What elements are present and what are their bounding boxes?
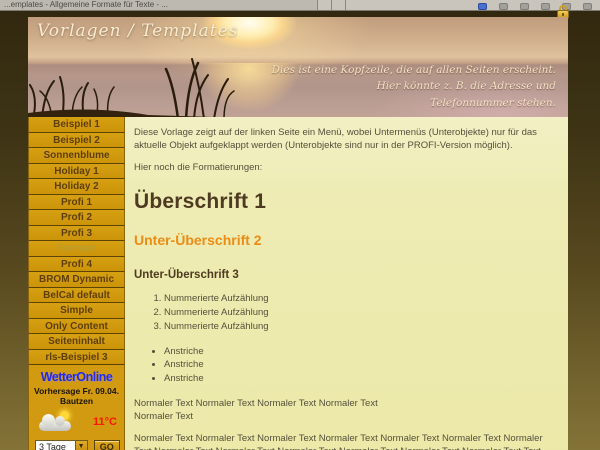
weather-widget: WetterOnline Vorhersage Fr. 09.04. Bautz… [28, 365, 125, 450]
browser-icon[interactable] [478, 3, 487, 10]
numbered-list-item: Nummerierte Aufzählung [164, 321, 554, 334]
beach-grass-silhouette [28, 57, 278, 117]
main-row: Beispiel 1 Beispiel 2 Sonnenblume Holida… [28, 117, 568, 450]
bullet-list: Anstriche Anstriche Anstriche [164, 346, 554, 386]
browser-tab-bar: ...emplates - Allgemeine Formate für Tex… [0, 0, 600, 11]
numbered-list-item: Nummerierte Aufzählung [164, 307, 554, 320]
browser-tab[interactable]: ...emplates - Allgemeine Formate für Tex… [0, 0, 318, 10]
normal-text-line: Normaler Text Normaler Text Normaler Tex… [134, 398, 554, 411]
chevron-down-icon[interactable]: ▼ [75, 441, 87, 450]
bullet-list-item: Anstriche [164, 373, 554, 386]
go-button[interactable]: GO [94, 440, 120, 450]
tagline-line: Hier könnte z. B. die Adresse und [272, 78, 556, 94]
formats-label: Hier noch die Formatierungen: [134, 162, 554, 175]
header-banner: Vorlagen / Templates Dies ist eine Kopfz… [28, 17, 568, 117]
forecast-city: Bautzen [29, 396, 124, 406]
site-title: Vorlagen / Templates [37, 21, 238, 41]
browser-tab-stub[interactable] [332, 0, 346, 10]
sidebar-item-profi-1[interactable]: Profi 1 [28, 195, 125, 211]
browser-tab-stub[interactable] [318, 0, 332, 10]
tagline-line: Telefonnummer stehen. [272, 95, 556, 111]
sidebar-menu: Beispiel 1 Beispiel 2 Sonnenblume Holida… [28, 117, 125, 450]
cloud-icon [39, 421, 71, 431]
sidebar-item-only-content[interactable]: Only Content [28, 319, 125, 335]
page-container: Vorlagen / Templates Dies ist eine Kopfz… [28, 17, 568, 450]
sidebar-item-profi-4[interactable]: Profi 4 [28, 257, 125, 273]
browser-toolbar-icons [478, 0, 600, 10]
heading-3: Unter-Überschrift 3 [134, 268, 554, 284]
forecast-range-select[interactable]: 3 Tage ▼ [35, 440, 88, 450]
tagline-line: Dies ist eine Kopfzeile, die auf allen S… [272, 62, 556, 78]
browser-icon[interactable] [499, 3, 508, 10]
sidebar-item-rls-beispiel-3[interactable]: rls-Beispiel 3 [28, 350, 125, 366]
sidebar-item-brom-dynamic[interactable]: BROM Dynamic [28, 272, 125, 288]
normal-text-paragraph-long: Normaler Text Normaler Text Normaler Tex… [134, 433, 554, 450]
browser-icon[interactable] [583, 3, 592, 10]
normal-text-paragraph: Normaler Text Normaler Text Normaler Tex… [134, 398, 554, 424]
sidebar-item-holiday-1[interactable]: Holiday 1 [28, 164, 125, 180]
browser-icon[interactable] [541, 3, 550, 10]
sidebar-item-seiteninhalt[interactable]: Seiteninhalt [28, 334, 125, 350]
lock-keyhole [562, 13, 564, 16]
sidebar-item-simple[interactable]: Simple [28, 303, 125, 319]
forecast-range-value: 3 Tage [36, 441, 75, 450]
sidebar-item-profi-2[interactable]: Profi 2 [28, 210, 125, 226]
header-tagline: Dies ist eine Kopfzeile, die auf allen S… [272, 62, 556, 111]
sidebar-item-beispiel-1[interactable]: Beispiel 1 [28, 117, 125, 133]
sidebar-item-formate[interactable]: Formate [28, 241, 125, 257]
forecast-date: Vorhersage Fr. 09.04. [29, 386, 124, 396]
sidebar-item-beispiel-2[interactable]: Beispiel 2 [28, 133, 125, 149]
dune-silhouette [28, 109, 278, 117]
sidebar-item-sonnenblume[interactable]: Sonnenblume [28, 148, 125, 164]
sidebar-item-profi-3[interactable]: Profi 3 [28, 226, 125, 242]
wetteronline-logo[interactable]: WetterOnline [29, 370, 124, 384]
sidebar-item-holiday-2[interactable]: Holiday 2 [28, 179, 125, 195]
sidebar-item-belcal-default[interactable]: BelCal default [28, 288, 125, 304]
intro-paragraph: Diese Vorlage zeigt auf der linken Seite… [134, 127, 554, 153]
bullet-list-item: Anstriche [164, 346, 554, 359]
browser-icon[interactable] [520, 3, 529, 10]
content-area: Diese Vorlage zeigt auf der linken Seite… [125, 117, 568, 450]
heading-1: Überschrift 1 [134, 188, 554, 216]
normal-text-line: Normaler Text [134, 411, 554, 424]
numbered-list-item: Nummerierte Aufzählung [164, 293, 554, 306]
heading-2: Unter-Überschrift 2 [134, 231, 554, 250]
bullet-list-item: Anstriche [164, 359, 554, 372]
numbered-list: Nummerierte Aufzählung Nummerierte Aufzä… [164, 293, 554, 333]
sun-behind-cloud-icon [39, 413, 75, 431]
temperature-value: 11°C [93, 416, 117, 428]
